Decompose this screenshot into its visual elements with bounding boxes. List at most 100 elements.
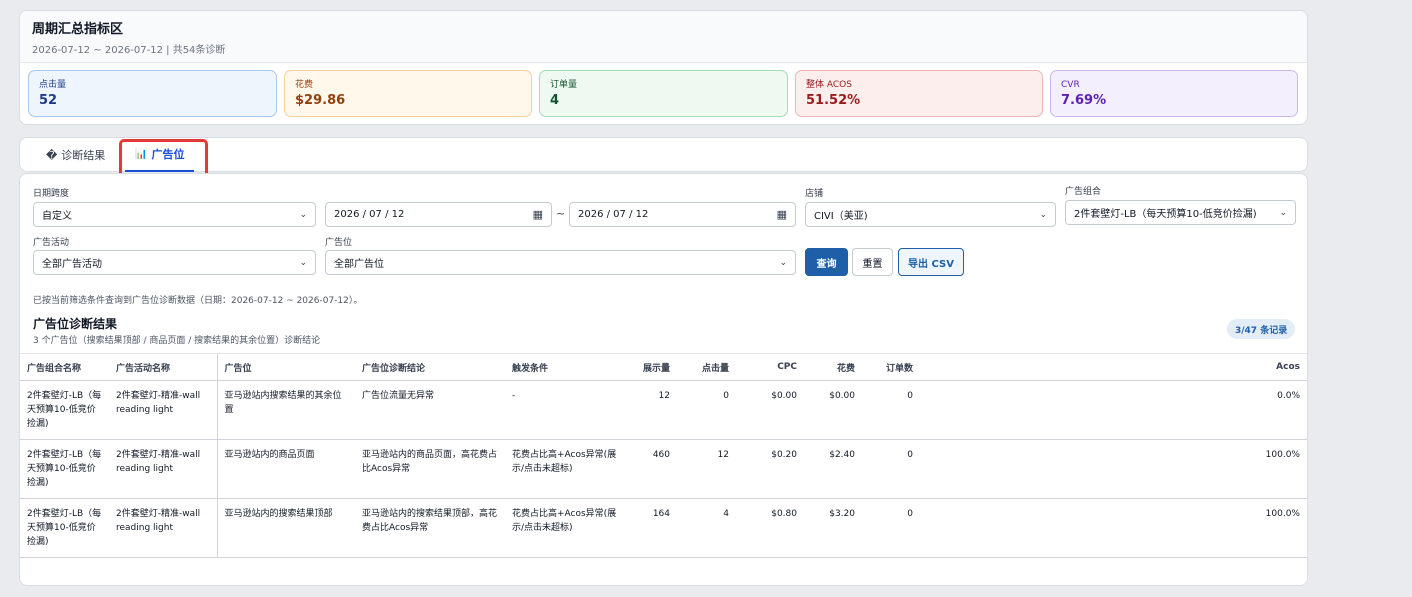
cell-conclusion: 广告位流量无异常: [355, 380, 505, 440]
col-placement: 广告位: [217, 353, 355, 381]
table-row: 2件套壁灯-LB（每天预算10-低竞价捡漏) 2件套壁灯-精准-wall rea…: [20, 439, 1307, 499]
col-cpc: CPC: [736, 353, 804, 381]
export-csv-button[interactable]: 导出 CSV: [898, 248, 964, 276]
kpi-spend: 花费 $29.86: [284, 70, 532, 117]
kpi-value: 7.69%: [1061, 93, 1107, 108]
cell-trigger: 花费占比高+Acos异常(展示/点击未超标): [505, 498, 625, 558]
cell-acos: 0.0%: [920, 380, 1307, 440]
summary-header: 周期汇总指标区 2026-07-12 ~ 2026-07-12 | 共54条诊断: [20, 11, 1307, 63]
chevron-down-icon: ⌄: [299, 257, 307, 268]
campaign-select[interactable]: 全部广告活动 ⌄: [33, 250, 316, 275]
col-conclusion: 广告位诊断结论: [355, 353, 505, 381]
cell-campaign: 2件套壁灯-精准-wall reading light: [109, 380, 218, 440]
calendar-icon: ▦: [776, 208, 787, 221]
bar-chart-icon: 📊: [135, 148, 148, 160]
cell-campaign: 2件套壁灯-精准-wall reading light: [109, 498, 218, 558]
store-label: 店铺: [805, 189, 824, 199]
kpi-orders: 订单量 4: [539, 70, 788, 117]
store-value: CIVI（美亚): [814, 211, 868, 222]
table-row: 2件套壁灯-LB（每天预算10-低竞价捡漏) 2件套壁灯-精准-wall rea…: [20, 380, 1307, 440]
cell-trigger: 花费占比高+Acos异常(展示/点击未超标): [505, 439, 625, 499]
cell-impressions: 460: [625, 439, 677, 499]
kpi-value: 4: [550, 93, 560, 108]
date-to-value: 2026 / 07 / 12: [578, 209, 649, 220]
kpi-label: 花费: [295, 80, 314, 90]
cell-ad-group: 2件套壁灯-LB（每天预算10-低竞价捡漏): [20, 380, 109, 440]
col-trigger: 触发条件: [505, 353, 625, 381]
kpi-label: CVR: [1061, 80, 1080, 90]
chevron-down-icon: ⌄: [1039, 209, 1047, 220]
kpi-label: 整体 ACOS: [806, 80, 852, 90]
kpi-label: 订单量: [550, 80, 578, 90]
cell-campaign: 2件套壁灯-精准-wall reading light: [109, 439, 218, 499]
store-select[interactable]: CIVI（美亚) ⌄: [805, 202, 1056, 227]
date-from-input[interactable]: 2026 / 07 / 12 ▦: [325, 202, 552, 227]
kpi-clicks: 点击量 52: [28, 70, 277, 117]
kpi-acos: 整体 ACOS 51.52%: [795, 70, 1043, 117]
results-title: 广告位诊断结果: [33, 317, 118, 331]
col-campaign: 广告活动名称: [109, 353, 218, 381]
cell-orders: 0: [862, 439, 920, 499]
cell-conclusion: 亚马逊站内的商品页面，高花费占比Acos异常: [355, 439, 505, 499]
summary-title: 周期汇总指标区: [32, 22, 124, 37]
col-acos: Acos: [920, 353, 1307, 381]
cell-spend: $2.40: [804, 439, 862, 499]
kpi-cvr: CVR 7.69%: [1050, 70, 1298, 117]
tab-placement[interactable]: 📊 广告位: [125, 138, 195, 172]
cell-trigger: -: [505, 380, 625, 440]
ad-group-label: 广告组合: [1065, 187, 1102, 197]
cell-ad-group: 2件套壁灯-LB（每天预算10-低竞价捡漏): [20, 498, 109, 558]
cell-ad-group: 2件套壁灯-LB（每天预算10-低竞价捡漏): [20, 439, 109, 499]
tab-diagnosis-icon: �: [46, 148, 58, 162]
col-spend: 花费: [804, 353, 862, 381]
date-range-select[interactable]: 自定义 ⌄: [33, 202, 316, 227]
summary-subtitle: 2026-07-12 ~ 2026-07-12 | 共54条诊断: [32, 45, 226, 56]
col-clicks: 点击量: [677, 353, 736, 381]
cell-spend: $0.00: [804, 380, 862, 440]
query-button[interactable]: 查询: [805, 248, 848, 276]
campaign-value: 全部广告活动: [42, 259, 102, 270]
reset-button[interactable]: 重置: [852, 248, 893, 276]
ad-group-select[interactable]: 2件套壁灯-LB（每天预算10-低竞价捡漏) ⌄: [1065, 200, 1296, 225]
cell-placement: 亚马逊站内的搜索结果顶部: [217, 498, 355, 558]
kpi-value: 51.52%: [806, 93, 861, 108]
kpi-value: 52: [39, 93, 58, 108]
tab-label: 诊断结果: [61, 149, 106, 162]
chevron-down-icon: ⌄: [779, 257, 787, 268]
cell-impressions: 164: [625, 498, 677, 558]
results-subtitle: 3 个广告位（搜索结果顶部 / 商品页面 / 搜索结果的其余位置）诊断结论: [33, 336, 321, 346]
cell-cpc: $0.00: [736, 380, 804, 440]
cell-spend: $3.20: [804, 498, 862, 558]
cell-clicks: 4: [677, 498, 736, 558]
cell-acos: 100.0%: [920, 439, 1307, 499]
cell-placement: 亚马逊站内搜索结果的其余位置: [217, 380, 355, 440]
table-row: 2件套壁灯-LB（每天预算10-低竞价捡漏) 2件套壁灯-精准-wall rea…: [20, 498, 1307, 558]
tab-diagnosis[interactable]: � 诊断结果: [36, 138, 115, 172]
placement-value: 全部广告位: [334, 259, 384, 270]
table-header-row: 广告组合名称 广告活动名称 广告位 广告位诊断结论 触发条件 展示量 点击量 C…: [20, 353, 1307, 381]
date-range-label: 日期跨度: [33, 189, 70, 199]
cell-clicks: 12: [677, 439, 736, 499]
query-note: 已按当前筛选条件查询到广告位诊断数据（日期：2026-07-12 ~ 2026-…: [33, 296, 363, 306]
date-to-input[interactable]: 2026 / 07 / 12 ▦: [569, 202, 796, 227]
cell-impressions: 12: [625, 380, 677, 440]
cell-placement: 亚马逊站内的商品页面: [217, 439, 355, 499]
cell-cpc: $0.80: [736, 498, 804, 558]
col-orders: 订单数: [862, 353, 920, 381]
main-panel: 日期跨度 自定义 ⌄ 2026 / 07 / 12 ▦ ~ 2026 / 07 …: [19, 173, 1308, 586]
cell-acos: 100.0%: [920, 498, 1307, 558]
calendar-icon: ▦: [532, 208, 543, 221]
cell-conclusion: 亚马逊站内的搜索结果顶部，高花费占比Acos异常: [355, 498, 505, 558]
ad-group-value: 2件套壁灯-LB（每天预算10-低竞价捡漏): [1074, 209, 1257, 220]
tab-label: 广告位: [151, 148, 185, 161]
placement-select[interactable]: 全部广告位 ⌄: [325, 250, 796, 275]
date-from-value: 2026 / 07 / 12: [334, 209, 405, 220]
placement-label: 广告位: [325, 238, 353, 248]
col-ad-group: 广告组合名称: [20, 353, 109, 381]
col-impressions: 展示量: [625, 353, 677, 381]
placement-table: 广告组合名称 广告活动名称 广告位 广告位诊断结论 触发条件 展示量 点击量 C…: [20, 353, 1307, 558]
chevron-down-icon: ⌄: [299, 209, 307, 220]
cell-orders: 0: [862, 498, 920, 558]
date-range-value: 自定义: [42, 211, 72, 222]
cell-orders: 0: [862, 380, 920, 440]
